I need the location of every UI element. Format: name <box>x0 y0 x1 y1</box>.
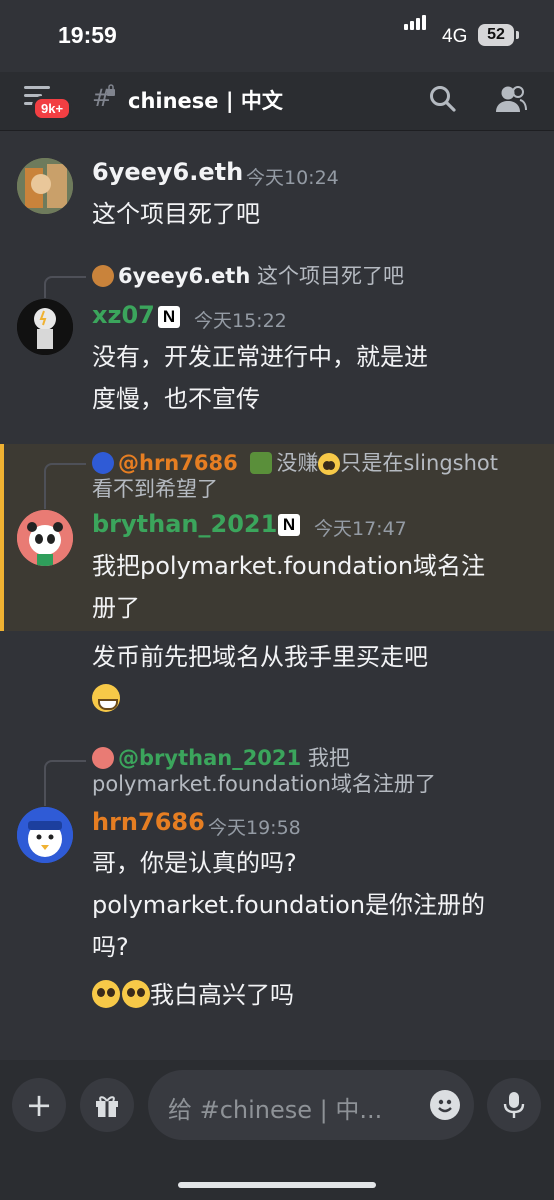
message-text: 发币前先把域名从我手里买走吧 <box>92 636 428 720</box>
message-line: 没有，开发正常进行中，就是进 <box>92 343 428 371</box>
network-type: 4G <box>442 26 468 47</box>
reply-preview[interactable]: @brythan_2021 我把 polymarket.foundation域名… <box>92 745 436 797</box>
message-line: 度慢，也不宣传 <box>92 385 260 413</box>
reply-text: 没赚 <box>276 451 319 475</box>
gift-button[interactable] <box>80 1078 134 1132</box>
server-tag-icon: N <box>278 514 300 536</box>
reply-connector <box>44 760 86 806</box>
message-timestamp: 今天19:58 <box>208 817 301 839</box>
reply-line-1: @hrn7686 没赚 只是在slingshot <box>92 450 498 476</box>
battery-icon: 52 <box>478 24 514 46</box>
grinning-face-icon <box>92 684 120 712</box>
message-line <box>92 678 428 720</box>
message-text: 我把polymarket.foundation域名注 册了 <box>92 545 485 629</box>
search-icon[interactable] <box>428 84 458 114</box>
reply-preview[interactable]: 6yeey6.eth 这个项目死了吧 <box>92 263 404 289</box>
lock-icon <box>106 84 116 99</box>
voice-message-button[interactable] <box>487 1078 541 1132</box>
message-timestamp: 今天10:24 <box>246 167 339 189</box>
message-timestamp: 今天17:47 <box>314 518 407 540</box>
reply-username: 6yeey6.eth <box>118 264 251 288</box>
reply-text: 只是在slingshot <box>340 451 498 475</box>
reply-connector <box>44 276 86 298</box>
message-line: 发币前先把域名从我手里买走吧 <box>92 643 428 671</box>
reply-avatar <box>92 747 114 769</box>
frog-emoji-icon <box>250 452 273 474</box>
reply-avatar <box>92 452 114 474</box>
reply-text: 这个项目死了吧 <box>256 264 404 288</box>
pleading-face-icon <box>122 980 150 1008</box>
server-tag-icon: N <box>158 306 180 328</box>
message-text: 我白高兴了吗 <box>92 974 294 1016</box>
members-icon[interactable] <box>494 84 528 114</box>
reply-connector <box>44 463 86 509</box>
message-line: polymarket.foundation是你注册的 <box>92 891 486 919</box>
message-username[interactable]: hrn7686 <box>92 808 205 836</box>
reply-line-2: polymarket.foundation域名注册了 <box>92 772 436 796</box>
avatar[interactable] <box>17 299 73 355</box>
reply-username: @hrn7686 <box>118 451 238 475</box>
message-followup-text: 我白高兴了吗 <box>150 981 294 1009</box>
reply-avatar <box>92 265 114 287</box>
message-input[interactable]: 给 #chinese | 中... <box>148 1070 474 1140</box>
pleading-face-icon <box>92 980 120 1008</box>
reply-preview[interactable]: @hrn7686 没赚 只是在slingshot 看不到希望了 <box>92 450 498 502</box>
message-username[interactable]: xz07 <box>92 301 155 329</box>
message-username[interactable]: brythan_2021 <box>92 510 277 538</box>
add-attachment-button[interactable]: + <box>12 1078 66 1132</box>
message-input-placeholder: 给 #chinese | 中... <box>168 1096 383 1124</box>
message-timestamp: 今天15:22 <box>194 310 287 332</box>
message-composer: + 给 #chinese | 中... <box>0 1060 554 1200</box>
reply-text: 我把 <box>307 746 350 770</box>
status-bar: 19:59 4G 52 <box>0 0 554 72</box>
message-text: 哥，你是认真的吗? polymarket.foundation是你注册的 吗? <box>92 842 485 968</box>
message-text: 没有，开发正常进行中，就是进 度慢，也不宣传 <box>92 336 428 420</box>
status-time: 19:59 <box>58 22 117 48</box>
reply-line-1: @brythan_2021 我把 <box>92 745 436 771</box>
channel-header: 9k+ # chinese | 中文 <box>0 72 554 131</box>
message-line: 吗? <box>92 933 129 961</box>
battery-tip <box>516 31 519 39</box>
message-username[interactable]: 6yeey6.eth <box>92 158 243 186</box>
message-text: 这个项目死了吧 <box>92 200 260 228</box>
avatar[interactable] <box>17 158 73 214</box>
reply-username: @brythan_2021 <box>118 746 302 770</box>
home-indicator <box>178 1182 376 1188</box>
unread-badge: 9k+ <box>32 96 73 121</box>
avatar[interactable] <box>17 510 73 566</box>
channel-title: chinese | 中文 <box>128 89 283 113</box>
reply-line-2: 看不到希望了 <box>92 477 218 501</box>
avatar[interactable] <box>17 807 73 863</box>
pleading-face-icon <box>318 453 341 475</box>
message-line: 哥，你是认真的吗? <box>92 849 297 877</box>
message-line: 我把polymarket.foundation域名注 <box>92 552 486 580</box>
message-line: 册了 <box>92 594 140 622</box>
emoji-picker-icon[interactable] <box>430 1090 460 1120</box>
